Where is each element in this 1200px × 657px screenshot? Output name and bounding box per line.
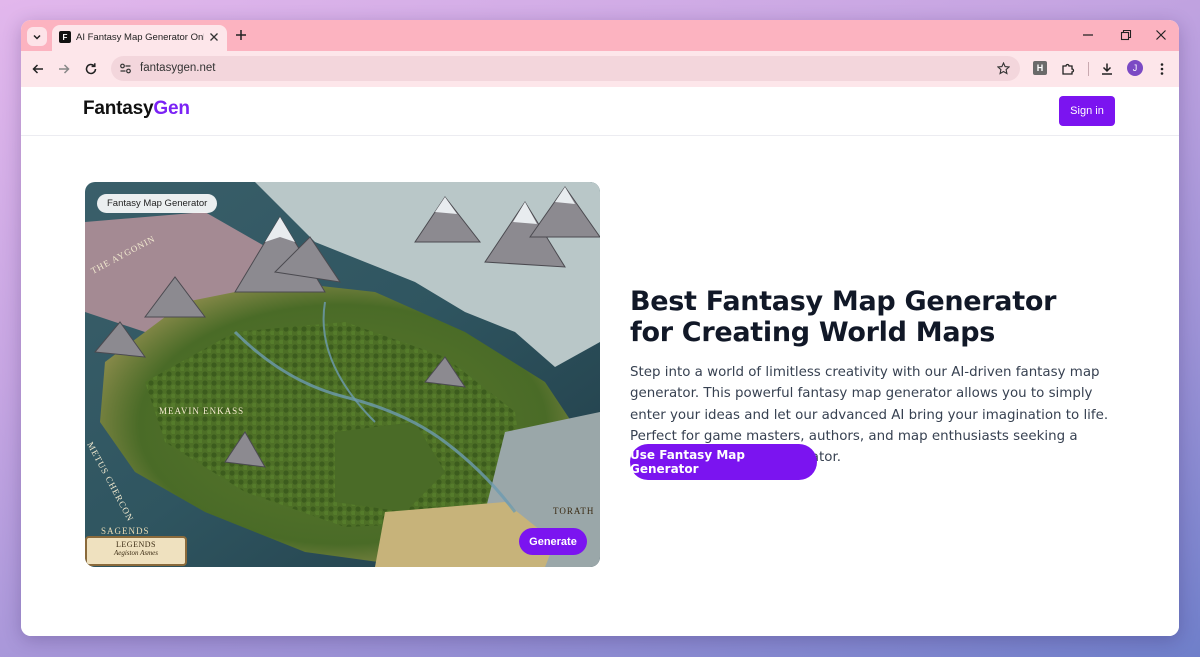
toolbar-divider — [1088, 62, 1089, 76]
legend-subtitle: Aegiston Asmes — [113, 549, 158, 557]
logo-text-gen: Gen — [153, 98, 190, 119]
image-badge: Fantasy Map Generator — [97, 194, 218, 213]
profile-avatar[interactable]: J — [1127, 60, 1143, 76]
sign-in-button[interactable]: Sign in — [1059, 96, 1115, 126]
browser-toolbar: fantasygen.net H J — [21, 51, 1179, 88]
browser-window: F AI Fantasy Map Generator Online fantas… — [21, 20, 1179, 636]
address-bar[interactable]: fantasygen.net — [111, 56, 1020, 81]
site-header: FantasyGen Sign in — [21, 87, 1179, 136]
site-favicon-icon: F — [59, 31, 71, 43]
site-logo[interactable]: FantasyGen — [83, 98, 190, 120]
reload-icon[interactable] — [84, 62, 98, 76]
forward-arrow-icon[interactable] — [57, 62, 71, 76]
close-tab-icon[interactable] — [209, 32, 219, 42]
use-generator-button[interactable]: Use Fantasy Map Generator — [630, 444, 817, 480]
map-label: MEAVIN ENKASS — [159, 406, 244, 416]
map-label: SAGENDS — [101, 526, 150, 536]
tab-bar: F AI Fantasy Map Generator Online — [21, 20, 1179, 51]
fantasy-map-image: THE AYGONIN MEAVIN ENKASS SAGENDS TORATH… — [85, 182, 600, 567]
close-window-icon[interactable] — [1155, 29, 1167, 41]
legend-title: LEGENDS — [116, 540, 156, 549]
extension-h-icon[interactable]: H — [1033, 61, 1047, 75]
back-arrow-icon[interactable] — [31, 62, 45, 76]
active-tab[interactable]: F AI Fantasy Map Generator Online — [52, 25, 227, 51]
url-text: fantasygen.net — [140, 62, 216, 74]
new-tab-icon[interactable] — [234, 28, 248, 42]
extensions-puzzle-icon[interactable] — [1061, 62, 1075, 76]
map-label: TORATH — [553, 506, 594, 516]
map-illustration: THE AYGONIN MEAVIN ENKASS SAGENDS TORATH… — [85, 182, 600, 567]
map-legend: LEGENDS Aegiston Asmes — [85, 536, 187, 566]
restore-icon[interactable] — [1120, 29, 1132, 41]
site-settings-icon[interactable] — [119, 62, 132, 75]
bookmark-star-icon[interactable] — [997, 62, 1010, 75]
chevron-down-icon — [33, 34, 41, 40]
page-content: FantasyGen Sign in THE AYGONIN MEAVIN EN… — [21, 87, 1179, 636]
logo-text-fantasy: Fantasy — [83, 98, 154, 119]
generate-button[interactable]: Generate — [519, 528, 587, 555]
minimize-icon[interactable] — [1082, 29, 1094, 41]
more-menu-icon[interactable] — [1155, 62, 1169, 76]
tab-search-button[interactable] — [27, 27, 47, 46]
hero-heading: Best Fantasy Map Generator for Creating … — [630, 286, 1057, 348]
download-icon[interactable] — [1100, 62, 1114, 76]
tab-title: AI Fantasy Map Generator Online — [76, 32, 204, 43]
